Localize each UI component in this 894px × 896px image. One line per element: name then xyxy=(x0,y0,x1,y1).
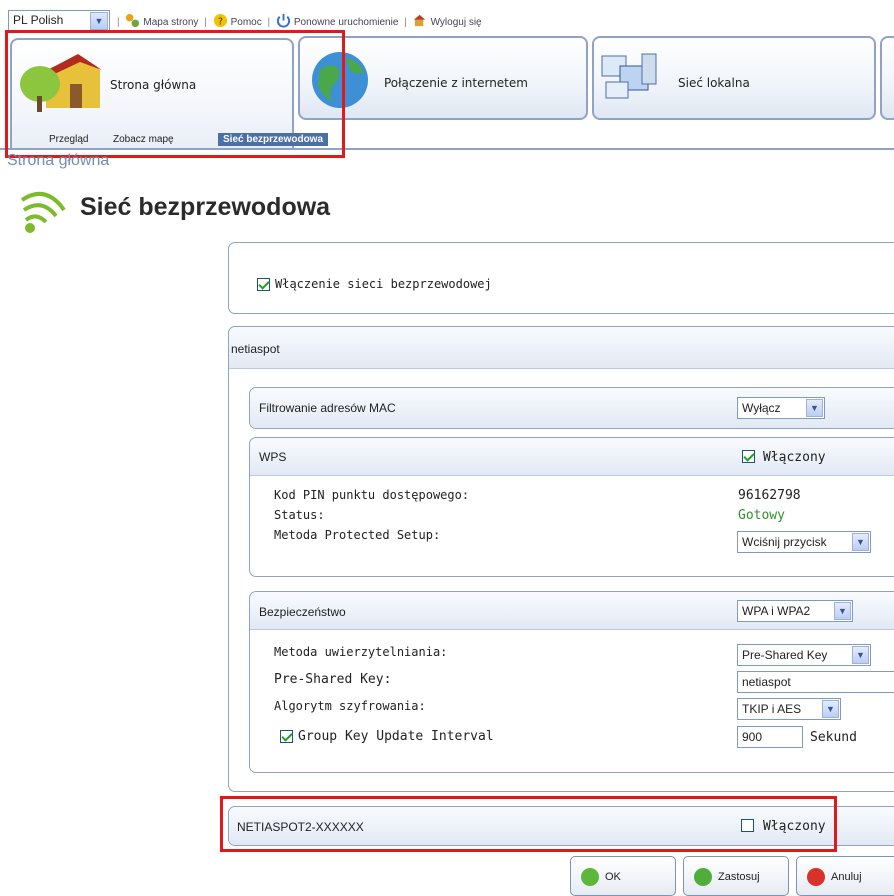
breadcrumb[interactable]: Strona główna xyxy=(7,152,109,170)
wps-pin-label: Kod PIN punktu dostępowego: xyxy=(274,488,470,502)
chevron-down-icon: ▼ xyxy=(834,602,851,620)
network-computers-icon xyxy=(601,53,657,99)
auth-method-value: Pre-Shared Key xyxy=(742,648,828,662)
security-mode-select[interactable]: WPA i WPA2 ▼ xyxy=(737,600,853,622)
cancel-icon xyxy=(807,868,825,886)
sitemap-icon xyxy=(126,13,140,28)
power-icon xyxy=(276,13,290,28)
check-icon xyxy=(581,868,599,886)
mac-filter-select[interactable]: Wyłącz ▼ xyxy=(737,397,825,419)
psk-input[interactable]: netiaspot xyxy=(737,671,894,693)
tab-internet-label: Połączenie z internetem xyxy=(384,76,528,90)
security-title: Bezpieczeństwo xyxy=(259,605,346,619)
network-panel-header: netiaspot xyxy=(229,327,894,369)
encryption-algorithm-value: TKIP i AES xyxy=(742,702,802,716)
wps-header: WPS Włączony xyxy=(250,438,894,476)
globe-icon xyxy=(312,52,368,108)
group-key-label: Group Key Update Interval xyxy=(298,729,494,744)
network-name: netiaspot xyxy=(231,342,280,356)
wps-panel: WPS Włączony Kod PIN punktu dostępowego:… xyxy=(249,437,894,577)
language-select[interactable]: PL Polish ▼ xyxy=(8,10,110,32)
subnav-overview[interactable]: Przegląd xyxy=(49,134,88,145)
tab-more[interactable] xyxy=(880,36,894,120)
mac-filter-panel: Filtrowanie adresów MAC Wyłącz ▼ xyxy=(249,387,894,429)
wps-status-value: Gotowy xyxy=(738,508,785,523)
chevron-down-icon: ▼ xyxy=(90,12,108,30)
tab-home[interactable]: Strona główna xyxy=(10,38,294,148)
chevron-down-icon: ▼ xyxy=(822,700,839,718)
logout-link[interactable]: Wyloguj się xyxy=(431,17,482,28)
page-title: Sieć bezprzewodowa xyxy=(80,193,331,221)
group-key-interval-value: 900 xyxy=(742,730,763,744)
network-panel-netiaspot: netiaspot Filtrowanie adresów MAC Wyłącz… xyxy=(228,326,894,792)
group-key-interval-input[interactable]: 900 xyxy=(737,726,803,748)
group-key-unit: Sekund xyxy=(810,730,857,745)
wps-method-select[interactable]: Wciśnij przycisk ▼ xyxy=(737,531,871,553)
enable-wireless-label: Włączenie sieci bezprzewodowej xyxy=(275,277,492,291)
wps-pin-value: 96162798 xyxy=(738,488,801,503)
wps-enabled-checkbox[interactable] xyxy=(742,450,755,463)
security-panel: Bezpieczeństwo WPA i WPA2 ▼ Metoda uwier… xyxy=(249,591,894,773)
tab-lan-label: Sieć lokalna xyxy=(678,76,750,90)
chevron-down-icon: ▼ xyxy=(852,646,869,664)
apply-icon xyxy=(694,868,712,886)
auth-method-select[interactable]: Pre-Shared Key ▼ xyxy=(737,644,871,666)
tab-internet[interactable]: Połączenie z internetem xyxy=(298,36,588,120)
apply-button-label: Zastosuj xyxy=(718,871,760,883)
network2-header: NETIASPOT2-XXXXXX Włączony xyxy=(229,807,894,845)
chevron-down-icon: ▼ xyxy=(852,533,869,551)
mac-filter-value: Wyłącz xyxy=(742,401,781,415)
mac-filter-label: Filtrowanie adresów MAC xyxy=(259,401,396,415)
cancel-button-label: Anuluj xyxy=(831,871,862,883)
group-key-checkbox[interactable] xyxy=(280,730,293,743)
enable-wireless-panel: Włączenie sieci bezprzewodowej xyxy=(228,242,894,314)
restart-link[interactable]: Ponowne uruchomienie xyxy=(294,17,399,28)
wps-title: WPS xyxy=(259,450,287,464)
enable-wireless-checkbox[interactable] xyxy=(257,278,270,291)
ok-button[interactable]: OK xyxy=(570,856,676,896)
help-icon: ? xyxy=(213,13,227,27)
tab-lan[interactable]: Sieć lokalna xyxy=(592,36,876,120)
wps-method-label: Metoda Protected Setup: xyxy=(274,528,441,542)
security-mode-value: WPA i WPA2 xyxy=(742,604,811,618)
network2-enabled-checkbox[interactable] xyxy=(741,819,754,832)
tab-home-label: Strona główna xyxy=(110,78,197,92)
wps-method-value: Wciśnij przycisk xyxy=(742,535,827,549)
psk-value: netiaspot xyxy=(742,675,791,689)
wireless-icon xyxy=(20,191,66,233)
network2-name: NETIASPOT2-XXXXXX xyxy=(237,820,364,834)
psk-label: Pre-Shared Key: xyxy=(274,672,392,687)
network-panel-netiaspot2: NETIASPOT2-XXXXXX Włączony xyxy=(228,806,894,846)
cancel-button[interactable]: Anuluj xyxy=(796,856,894,896)
ok-button-label: OK xyxy=(605,871,621,883)
chevron-down-icon: ▼ xyxy=(806,399,823,417)
apply-button[interactable]: Zastosuj xyxy=(683,856,789,896)
language-select-value: PL Polish xyxy=(13,13,64,27)
encryption-algorithm-label: Algorytm szyfrowania: xyxy=(274,699,426,713)
utility-links: | Mapa strony | ? Pomoc | Ponowne uruchom… xyxy=(114,13,482,28)
wps-status-label: Status: xyxy=(274,508,325,522)
subnav-wireless[interactable]: Sieć bezprzewodowa xyxy=(218,133,329,146)
svg-text:?: ? xyxy=(218,16,223,27)
help-link[interactable]: Pomoc xyxy=(231,17,262,28)
logout-icon xyxy=(413,14,425,27)
home-icon xyxy=(20,54,102,112)
network2-enabled-label: Włączony xyxy=(763,819,826,834)
auth-method-label: Metoda uwierzytelniania: xyxy=(274,645,448,659)
subnav-map[interactable]: Zobacz mapę xyxy=(113,134,174,145)
encryption-algorithm-select[interactable]: TKIP i AES ▼ xyxy=(737,698,841,720)
subnav: Przegląd Zobacz mapę Sieć bezprzewodowa xyxy=(12,133,340,150)
site-map-link[interactable]: Mapa strony xyxy=(143,17,198,28)
wps-enabled-label: Włączony xyxy=(763,450,826,465)
